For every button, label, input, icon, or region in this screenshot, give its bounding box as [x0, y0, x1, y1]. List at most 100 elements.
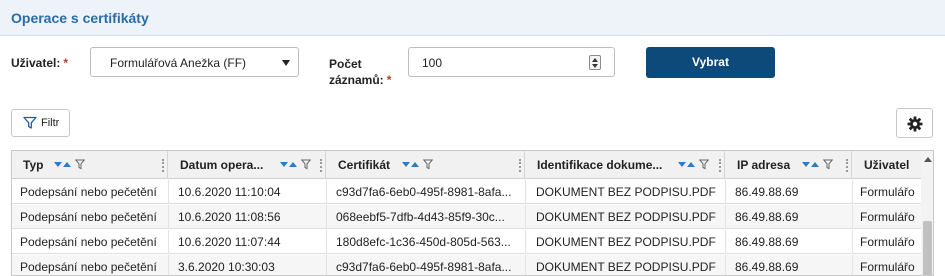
- sort-desc-icon[interactable]: [280, 162, 288, 167]
- column-divider: [525, 180, 526, 204]
- sort-asc-icon[interactable]: [289, 162, 297, 167]
- user-label-text: Uživatel:: [11, 56, 61, 70]
- column-label: Datum opera...: [180, 158, 264, 172]
- sort-desc-icon[interactable]: [402, 162, 410, 167]
- sort-desc-icon[interactable]: [802, 162, 810, 167]
- column-resize-handle[interactable]: [320, 159, 322, 172]
- user-required-mark: *: [63, 56, 69, 70]
- column-header-type[interactable]: Typ: [12, 151, 168, 179]
- cell-type: Podepsání nebo pečetění: [20, 185, 157, 199]
- cell-certificate: 068eebf5-7dfb-4d43-85f9-30c...: [336, 210, 505, 224]
- spin-up-icon[interactable]: [592, 58, 598, 62]
- column-divider: [525, 255, 526, 275]
- column-divider: [852, 255, 853, 275]
- cell-ip-address: 86.49.88.69: [735, 210, 799, 224]
- cell-ip-address: 86.49.88.69: [735, 235, 799, 249]
- column-header-date[interactable]: Datum opera...: [169, 151, 326, 179]
- table-row[interactable]: Podepsání nebo pečetění 10.6.2020 11:08:…: [12, 205, 922, 229]
- column-header-user[interactable]: Uživatel: [853, 151, 922, 179]
- scroll-up-icon[interactable]: [924, 157, 932, 162]
- cell-date: 3.6.2020 10:30:03: [178, 260, 275, 274]
- column-filter-icon[interactable]: [699, 159, 709, 170]
- user-label: Uživatel: *: [11, 55, 68, 71]
- chevron-down-icon: [282, 60, 290, 66]
- column-divider: [725, 230, 726, 254]
- column-divider: [168, 180, 169, 204]
- column-divider: [168, 255, 169, 275]
- column-divider: [168, 205, 169, 229]
- column-header-document-id[interactable]: Identifikace dokume...: [526, 151, 725, 179]
- sort-asc-icon[interactable]: [687, 162, 695, 167]
- cell-document-id: DOKUMENT BEZ PODPISU.PDF: [536, 260, 716, 274]
- column-resize-handle[interactable]: [519, 159, 521, 172]
- cell-certificate: c93d7fa6-6eb0-495f-8981-8afa...: [336, 260, 512, 274]
- column-header-certificate[interactable]: Certifikát: [327, 151, 525, 179]
- column-label: Certifikát: [338, 158, 391, 172]
- cell-type: Podepsání nebo pečetění: [20, 235, 157, 249]
- filter-button[interactable]: Filtr: [11, 109, 70, 137]
- scrollbar-thumb[interactable]: [923, 221, 932, 275]
- sort-asc-icon[interactable]: [811, 162, 819, 167]
- column-label: Uživatel: [864, 158, 910, 172]
- settings-button[interactable]: [896, 108, 933, 138]
- column-label: Identifikace dokume...: [537, 158, 663, 172]
- column-resize-handle[interactable]: [162, 159, 164, 172]
- sort-asc-icon[interactable]: [63, 162, 71, 167]
- spin-down-icon[interactable]: [592, 64, 598, 68]
- column-label: Typ: [23, 158, 44, 172]
- column-divider: [725, 255, 726, 275]
- cell-user: Formulářo: [860, 185, 915, 199]
- column-divider: [326, 230, 327, 254]
- select-button[interactable]: Vybrat: [646, 47, 775, 78]
- cell-document-id: DOKUMENT BEZ PODPISU.PDF: [536, 210, 716, 224]
- cell-ip-address: 86.49.88.69: [735, 260, 799, 274]
- cell-certificate: 180d8efc-1c36-450d-805d-563...: [336, 235, 511, 249]
- column-filter-icon[interactable]: [75, 159, 85, 170]
- column-filter-icon[interactable]: [823, 159, 833, 170]
- cell-certificate: c93d7fa6-6eb0-495f-8981-8afa...: [336, 185, 512, 199]
- count-label-line1: Počet: [329, 57, 362, 71]
- user-select[interactable]: Formulářová Anežka (FF): [90, 47, 299, 77]
- grid-header: Typ Datum opera... Certifikát Identifika…: [12, 151, 922, 179]
- cell-type: Podepsání nebo pečetění: [20, 210, 157, 224]
- cell-user: Formulářo: [860, 210, 915, 224]
- cell-date: 10.6.2020 11:08:56: [178, 210, 281, 224]
- filter-button-label: Filtr: [41, 117, 60, 129]
- cell-document-id: DOKUMENT BEZ PODPISU.PDF: [536, 235, 716, 249]
- column-divider: [852, 205, 853, 229]
- vertical-scrollbar[interactable]: [921, 151, 933, 275]
- column-divider: [525, 205, 526, 229]
- number-spinner[interactable]: [589, 55, 601, 70]
- table-row[interactable]: Podepsání nebo pečetění 10.6.2020 11:10:…: [12, 180, 922, 204]
- panel-header: Operace s certifikáty: [0, 0, 945, 36]
- table-row[interactable]: Podepsání nebo pečetění 10.6.2020 11:07:…: [12, 230, 922, 254]
- sort-desc-icon[interactable]: [54, 162, 62, 167]
- user-select-value: Formulářová Anežka (FF): [110, 56, 247, 70]
- column-divider: [168, 230, 169, 254]
- cell-date: 10.6.2020 11:07:44: [178, 235, 281, 249]
- column-divider: [852, 180, 853, 204]
- column-divider: [852, 230, 853, 254]
- certificate-operations-grid: Typ Datum opera... Certifikát Identifika…: [11, 150, 934, 276]
- column-filter-icon[interactable]: [423, 159, 433, 170]
- column-divider: [725, 180, 726, 204]
- count-label-line2: záznamů:: [329, 73, 384, 87]
- panel-title: Operace s certifikáty: [11, 10, 149, 26]
- column-header-ip-address[interactable]: IP adresa: [726, 151, 852, 179]
- column-divider: [725, 205, 726, 229]
- column-divider: [326, 180, 327, 204]
- column-filter-icon[interactable]: [301, 159, 311, 170]
- cell-user: Formulářo: [860, 235, 915, 249]
- column-resize-handle[interactable]: [846, 159, 848, 172]
- column-divider: [326, 205, 327, 229]
- gear-icon: [907, 116, 923, 132]
- record-count-input[interactable]: 100: [408, 47, 615, 77]
- column-resize-handle[interactable]: [719, 159, 721, 172]
- table-row[interactable]: Podepsání nebo pečetění 3.6.2020 10:30:0…: [12, 255, 922, 275]
- sort-asc-icon[interactable]: [411, 162, 419, 167]
- column-divider: [525, 230, 526, 254]
- cell-document-id: DOKUMENT BEZ PODPISU.PDF: [536, 185, 716, 199]
- filter-icon: [23, 116, 37, 129]
- cell-type: Podepsání nebo pečetění: [20, 260, 157, 274]
- sort-desc-icon[interactable]: [678, 162, 686, 167]
